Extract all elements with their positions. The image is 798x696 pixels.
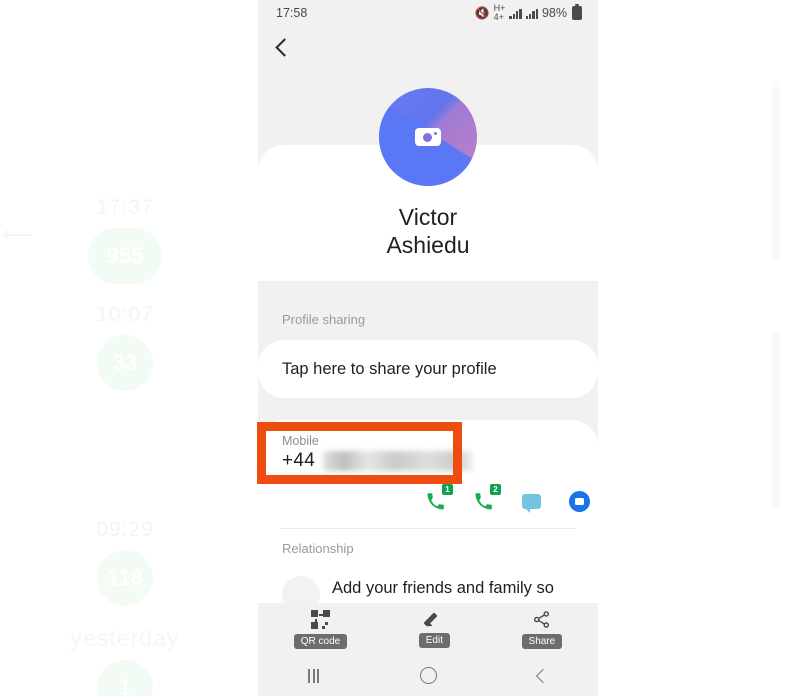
divider (280, 528, 576, 529)
edit-button[interactable]: Edit (418, 610, 450, 648)
recents-icon[interactable] (308, 668, 319, 683)
background-badge: 33 (97, 335, 153, 391)
background-time: 10:07 (96, 303, 154, 326)
battery-icon (572, 4, 582, 20)
contact-first-name: Victor (398, 204, 458, 230)
camera-dot (434, 132, 437, 135)
contact-action-icons: 1 2 (258, 484, 598, 518)
sim1-badge: 1 (442, 484, 453, 495)
relationship-text: Add your friends and family so (332, 579, 554, 597)
share-button[interactable]: Share (521, 610, 563, 649)
back-bar (258, 26, 598, 68)
background-stripe (772, 80, 780, 260)
avatar-container[interactable] (258, 88, 598, 186)
bottom-toolbar: QR code Edit Share (258, 603, 598, 655)
avatar[interactable] (379, 88, 477, 186)
call-sim1-icon[interactable]: 1 (424, 484, 453, 512)
system-navigation-bar (258, 655, 598, 696)
background-stripe (772, 330, 780, 510)
camera-lens (422, 132, 432, 142)
background-row: 09:29 118 (0, 518, 250, 606)
background-badge: 955 (88, 228, 162, 284)
status-bar: 17:58 🔇 H+ 4+ 98% (258, 0, 598, 26)
phone-screenshot: 17:58 🔇 H+ 4+ 98% Victor Ashiedu Profile … (258, 0, 598, 696)
share-label: Share (521, 633, 563, 649)
sim2-badge: 2 (490, 484, 501, 495)
back-icon[interactable] (535, 668, 550, 683)
duo-video-call-icon[interactable] (568, 490, 590, 512)
message-bubble (521, 493, 541, 513)
hspa-plus-icon: H+ 4+ (493, 3, 506, 22)
share-profile-text: Tap here to share your profile (282, 359, 497, 378)
background-time: yesterday (70, 625, 180, 651)
back-button[interactable] (275, 37, 294, 57)
annotation-highlight-box (257, 422, 462, 484)
camera-icon[interactable] (415, 128, 441, 146)
signal-bars-icon (509, 8, 522, 19)
qr-code-button[interactable]: QR code (293, 609, 348, 649)
qr-code-icon (311, 609, 330, 629)
relationship-card[interactable]: Add your friends and family so (258, 564, 598, 614)
profile-sharing-label: Profile sharing (282, 312, 366, 327)
background-row: 10:07 33 (0, 303, 250, 391)
background-badge: 1 (97, 660, 153, 696)
call-sim2-icon[interactable]: 2 (472, 484, 501, 512)
relationship-label: Relationship (282, 541, 354, 556)
battery-percent: 98% (541, 6, 567, 20)
background-row: yesterday 1 (0, 625, 250, 696)
mute-icon: 🔇 (474, 6, 490, 20)
background-time: 09:29 (96, 518, 154, 541)
background-badge: 118 (97, 550, 153, 606)
share-icon (532, 610, 551, 629)
background-row: 17:37 955 (0, 196, 250, 284)
status-time: 17:58 (276, 6, 308, 20)
share-profile-card[interactable]: Tap here to share your profile (258, 340, 598, 398)
contact-last-name: Ashiedu (386, 232, 470, 258)
edit-label: Edit (418, 633, 450, 648)
duo-circle (568, 490, 590, 512)
background-time: 17:37 (96, 196, 154, 219)
pencil-icon (425, 610, 443, 628)
qr-code-label: QR code (293, 633, 348, 649)
home-icon[interactable] (419, 667, 437, 684)
message-icon[interactable] (520, 490, 542, 513)
signal-bars-roaming-icon (525, 8, 538, 19)
